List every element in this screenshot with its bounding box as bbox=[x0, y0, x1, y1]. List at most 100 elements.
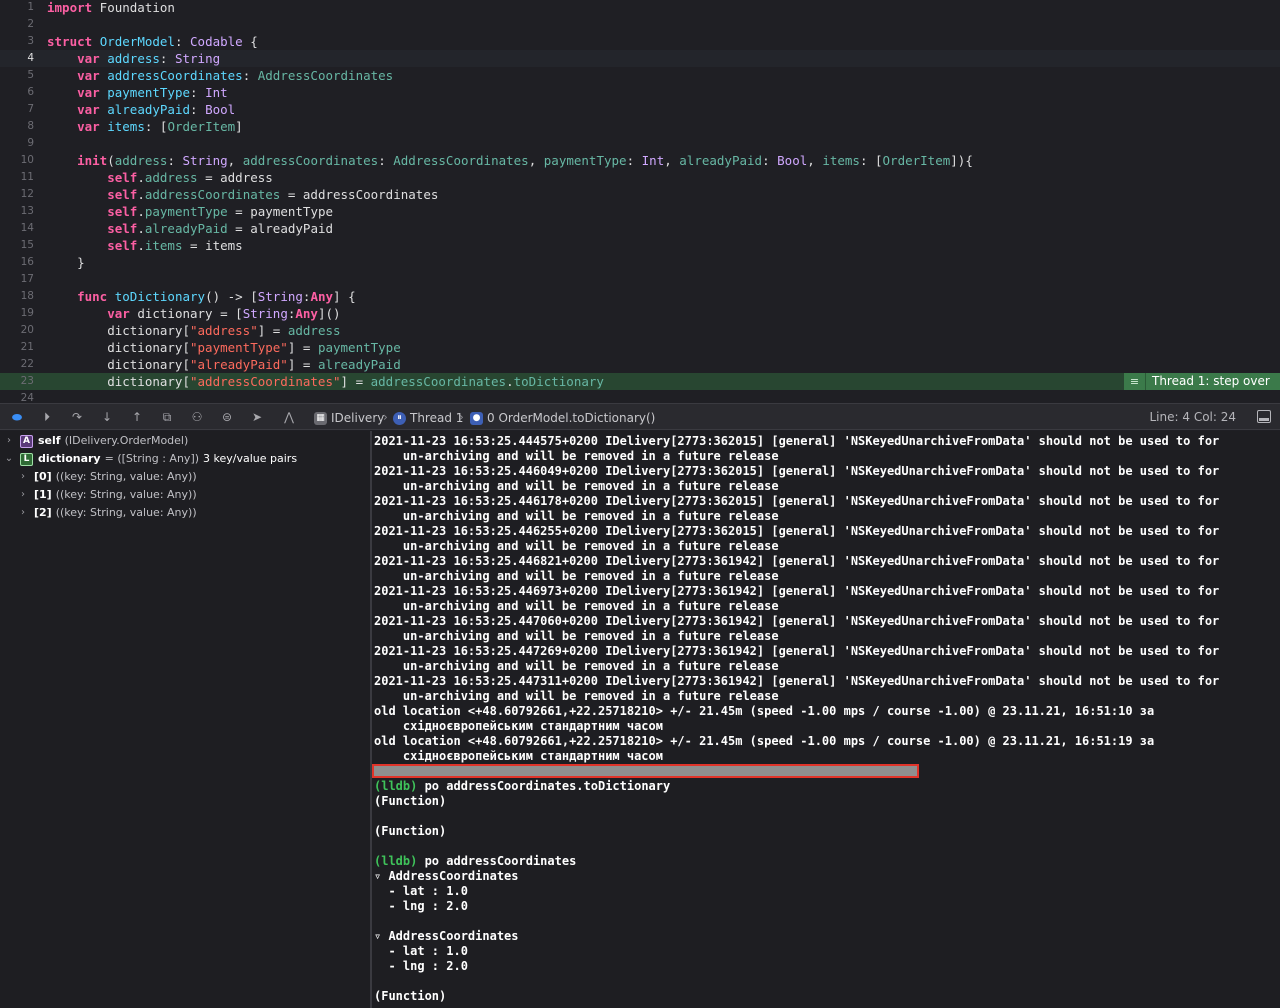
code-line[interactable]: 21 dictionary["paymentType"] = paymentTy… bbox=[0, 339, 1280, 356]
source-editor[interactable]: 1 import Foundation 2 3 struct OrderModel: C… bbox=[0, 0, 1280, 403]
line-number[interactable]: 19 bbox=[0, 305, 34, 322]
line-number[interactable]: 3 bbox=[0, 33, 34, 50]
console-text: - lng : 2.0 bbox=[374, 899, 468, 913]
line-number[interactable]: 15 bbox=[0, 237, 34, 254]
line-number[interactable]: 9 bbox=[0, 135, 34, 152]
code-line[interactable]: 15 self.items = items bbox=[0, 237, 1280, 254]
variable-type: ((key: String, value: Any)) bbox=[55, 506, 197, 519]
console-text: old location <+48.60792661,+22.25718210>… bbox=[374, 734, 1155, 748]
code-token: . bbox=[506, 374, 514, 389]
variable-row[interactable]: › [2] ((key: String, value: Any)) bbox=[18, 504, 197, 522]
code-line[interactable]: 13 self.paymentType = paymentType bbox=[0, 203, 1280, 220]
code-line[interactable]: 14 self.alreadyPaid = alreadyPaid bbox=[0, 220, 1280, 237]
code-line[interactable]: 10 init(address: String, addressCoordina… bbox=[0, 152, 1280, 169]
toggle-panel-icon[interactable] bbox=[1257, 410, 1271, 423]
code-text: init(address: String, addressCoordinates… bbox=[47, 152, 973, 169]
line-number[interactable]: 20 bbox=[0, 322, 34, 339]
console-line: 2021-11-23 16:53:25.444575+0200 IDeliver… bbox=[374, 434, 1219, 449]
breadcrumb-thread[interactable]: ⏸ Thread 1 bbox=[393, 410, 463, 426]
line-number[interactable]: 14 bbox=[0, 220, 34, 237]
line-number[interactable]: 8 bbox=[0, 118, 34, 135]
code-token: Codable bbox=[190, 34, 243, 49]
console-line: un-archiving and will be removed in a fu… bbox=[374, 569, 779, 584]
code-line[interactable]: 12 self.addressCoordinates = addressCoor… bbox=[0, 186, 1280, 203]
memory-graph-icon[interactable]: ⚇ bbox=[188, 409, 206, 425]
line-number[interactable]: 21 bbox=[0, 339, 34, 356]
code-line[interactable]: 19 var dictionary = [String:Any]() bbox=[0, 305, 1280, 322]
debug-console[interactable]: 2021-11-23 16:53:25.444575+0200 IDeliver… bbox=[372, 431, 1280, 1008]
instruments-icon[interactable]: ⋀ bbox=[280, 409, 298, 425]
code-token: var bbox=[107, 306, 130, 321]
line-number[interactable]: 11 bbox=[0, 169, 34, 186]
line-number[interactable]: 10 bbox=[0, 152, 34, 169]
continue-icon[interactable]: ⏵ bbox=[38, 409, 56, 425]
line-number[interactable]: 22 bbox=[0, 356, 34, 373]
code-line[interactable]: 6 var paymentType: Int bbox=[0, 84, 1280, 101]
chevron-right-icon[interactable]: › bbox=[18, 504, 28, 522]
line-number[interactable]: 24 bbox=[0, 390, 34, 403]
code-line[interactable]: 1 import Foundation bbox=[0, 0, 1280, 16]
chevron-right-icon[interactable]: › bbox=[4, 432, 14, 450]
breadcrumb-scheme[interactable]: ▦ IDelivery bbox=[314, 410, 384, 426]
code-line[interactable]: 16 } bbox=[0, 254, 1280, 271]
console-line: - lng : 2.0 bbox=[374, 899, 468, 914]
code-token: dictionary[ bbox=[47, 374, 190, 389]
line-number[interactable]: 23 bbox=[0, 373, 34, 390]
chevron-right-icon[interactable]: › bbox=[18, 468, 28, 486]
variable-name: self bbox=[38, 434, 61, 447]
line-number[interactable]: 13 bbox=[0, 203, 34, 220]
thread-step-badge[interactable]: ≡ Thread 1: step over bbox=[1124, 373, 1280, 390]
console-text: po addressCoordinates.toDictionary bbox=[417, 779, 671, 793]
line-number[interactable]: 4 bbox=[0, 50, 34, 67]
variable-name: dictionary bbox=[38, 452, 101, 465]
line-number[interactable]: 2 bbox=[0, 16, 34, 33]
code-token: ] = bbox=[257, 323, 288, 338]
line-number[interactable]: 6 bbox=[0, 84, 34, 101]
breakpoints-toggle-icon[interactable]: ⬬ bbox=[8, 409, 26, 425]
environment-overrides-icon[interactable]: ⊜ bbox=[218, 409, 236, 425]
code-line[interactable]: 7 var alreadyPaid: Bool bbox=[0, 101, 1280, 118]
breadcrumb-frame[interactable]: ● 0 OrderModel.toDictionary() bbox=[470, 410, 655, 426]
step-into-icon[interactable]: ↓ bbox=[98, 409, 116, 425]
console-text: 2021-11-23 16:53:25.447311+0200 IDeliver… bbox=[374, 674, 1220, 688]
line-number[interactable]: 12 bbox=[0, 186, 34, 203]
code-line[interactable]: 22 dictionary["alreadyPaid"] = alreadyPa… bbox=[0, 356, 1280, 373]
console-line: un-archiving and will be removed in a fu… bbox=[374, 479, 779, 494]
line-number[interactable]: 7 bbox=[0, 101, 34, 118]
step-over-icon[interactable]: ↷ bbox=[68, 409, 86, 425]
code-token: String bbox=[242, 306, 288, 321]
chevron-right-icon[interactable]: › bbox=[18, 486, 28, 504]
console-line: old location <+48.60792661,+22.25718210>… bbox=[374, 734, 1154, 749]
code-line[interactable]: 4 var address: String bbox=[0, 50, 1280, 67]
code-token: dictionary[ bbox=[47, 340, 190, 355]
simulate-location-icon[interactable]: ➤ bbox=[248, 409, 266, 425]
variable-row[interactable]: › [1] ((key: String, value: Any)) bbox=[18, 486, 197, 504]
variables-view[interactable]: › Aself (IDelivery.OrderModel) ⌄ Ldictionary… bbox=[0, 431, 370, 1008]
step-out-icon[interactable]: ↑ bbox=[128, 409, 146, 425]
code-line[interactable]: 18 func toDictionary() -> [String:Any] { bbox=[0, 288, 1280, 305]
line-number[interactable]: 5 bbox=[0, 67, 34, 84]
code-line[interactable]: 9 bbox=[0, 135, 1280, 152]
code-line[interactable]: 2 bbox=[0, 16, 1280, 33]
code-line[interactable]: 24 bbox=[0, 390, 1280, 403]
line-number[interactable]: 1 bbox=[0, 0, 34, 16]
code-line[interactable]: 20 dictionary["address"] = address bbox=[0, 322, 1280, 339]
code-line[interactable]: 8 var items: [OrderItem] bbox=[0, 118, 1280, 135]
line-number[interactable]: 16 bbox=[0, 254, 34, 271]
console-line: 2021-11-23 16:53:25.447311+0200 IDeliver… bbox=[374, 674, 1219, 689]
line-number[interactable]: 17 bbox=[0, 271, 34, 288]
code-line[interactable]: 3 struct OrderModel: Codable { bbox=[0, 33, 1280, 50]
variable-row[interactable]: ⌄ Ldictionary = ([String : Any]) 3 key/valu… bbox=[4, 450, 297, 468]
chevron-down-icon[interactable]: ⌄ bbox=[4, 450, 14, 468]
debug-view-hierarchy-icon[interactable]: ⧉ bbox=[158, 409, 176, 425]
variable-row[interactable]: › Aself (IDelivery.OrderModel) bbox=[4, 432, 188, 450]
code-text: self.addressCoordinates = addressCoordin… bbox=[47, 186, 438, 203]
code-line[interactable]: 17 bbox=[0, 271, 1280, 288]
code-token: AddressCoordinates bbox=[393, 153, 529, 168]
code-line[interactable]: 11 self.address = address bbox=[0, 169, 1280, 186]
line-number[interactable]: 18 bbox=[0, 288, 34, 305]
code-line[interactable]: 5 var addressCoordinates: AddressCoordin… bbox=[0, 67, 1280, 84]
code-line[interactable]: 23 dictionary["addressCoordinates"] = ad… bbox=[0, 373, 1280, 390]
variable-row[interactable]: › [0] ((key: String, value: Any)) bbox=[18, 468, 197, 486]
